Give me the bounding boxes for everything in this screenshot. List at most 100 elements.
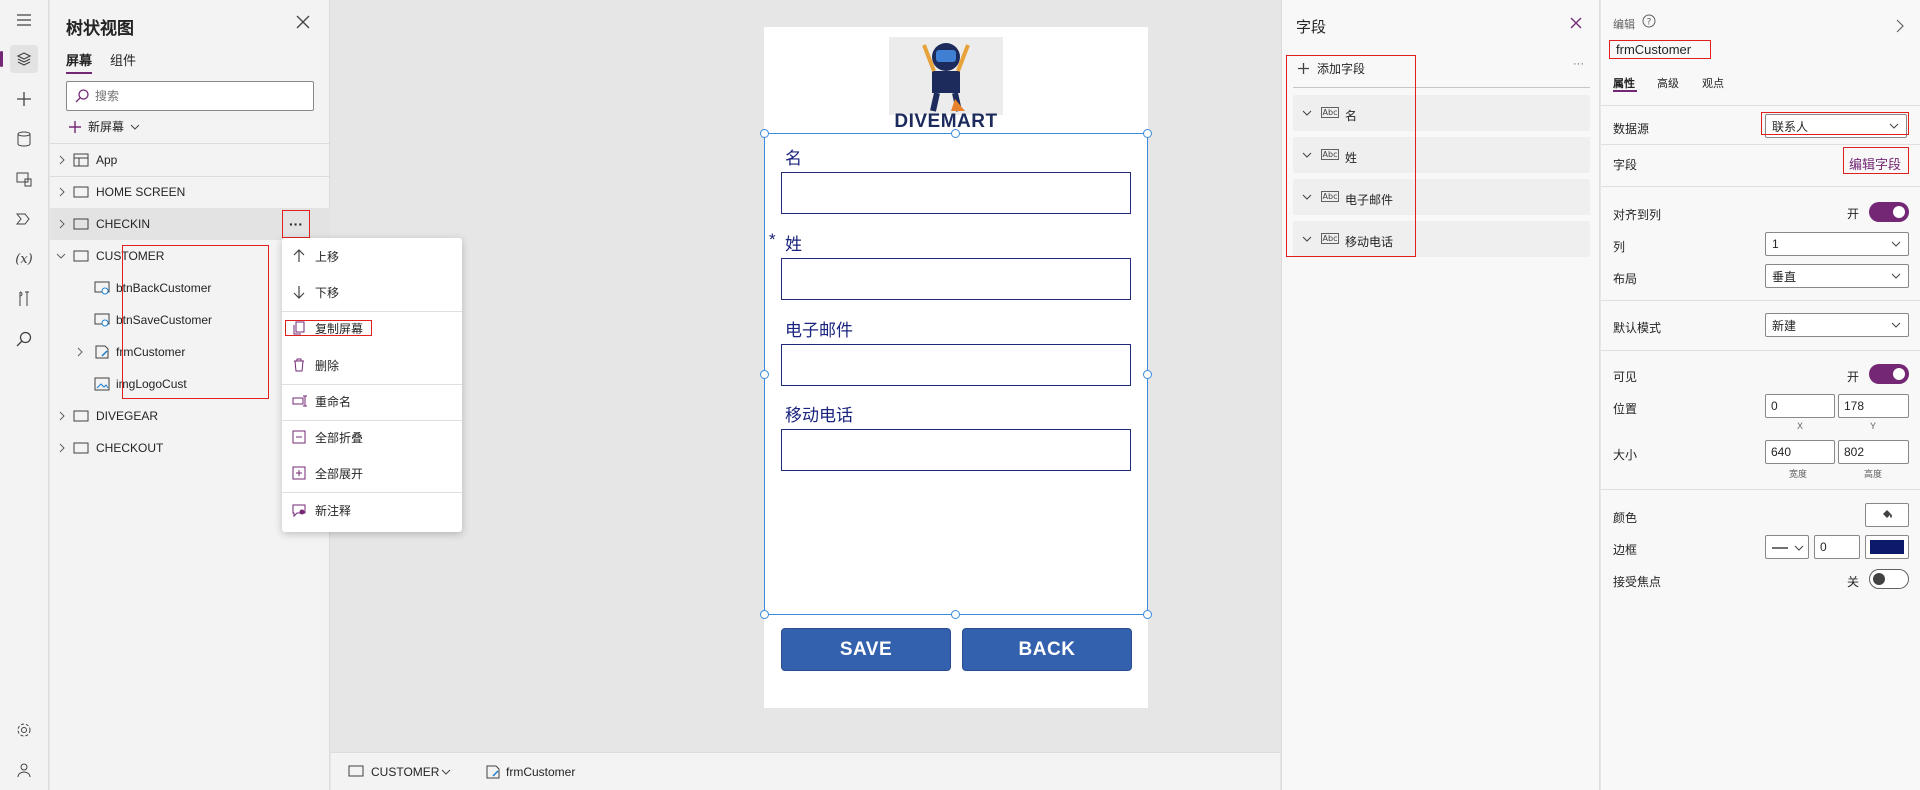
tree-item-checkin[interactable]: CHECKIN ··· [50,208,330,240]
chevron-down-icon[interactable] [1302,151,1312,159]
search-box[interactable] [66,81,314,111]
layers-icon[interactable] [0,45,38,73]
search-input[interactable] [95,89,295,103]
more-options-button[interactable]: ··· [283,211,309,237]
height-input[interactable]: 802 [1838,440,1909,464]
current-control[interactable]: frmCustomer [506,765,575,779]
tab-ideas[interactable]: 观点 [1702,75,1724,91]
tab-components[interactable]: 组件 [110,50,136,69]
tab-properties[interactable]: 属性 [1613,75,1635,91]
chevron-right-icon[interactable] [76,347,84,357]
user-icon[interactable] [10,756,38,784]
media-icon[interactable] [10,165,38,193]
last-name-input[interactable] [781,258,1131,300]
width-input[interactable]: 640 [1765,440,1835,464]
resize-handle[interactable] [1143,370,1152,379]
status-bar: CUSTOMER frmCustomer [331,752,1280,790]
menu-item-move-up[interactable]: 上移 [282,240,462,272]
current-screen[interactable]: CUSTOMER [371,765,439,779]
power-automate-icon[interactable] [10,205,38,233]
close-icon[interactable] [296,15,310,29]
border-color-button[interactable] [1865,535,1909,559]
new-screen-button[interactable]: 新屏幕 [68,118,140,135]
menu-item-rename[interactable]: 重命名 [282,385,462,417]
tree-item-label: App [96,153,118,167]
tools-icon[interactable] [10,285,38,313]
resize-handle[interactable] [951,610,960,619]
chevron-right-icon[interactable] [58,411,66,421]
settings-icon[interactable] [10,716,38,744]
chevron-down-icon[interactable] [1302,109,1312,117]
logo-image[interactable]: DIVEMART [889,37,1003,137]
chevron-right-icon[interactable] [1896,19,1904,33]
tree-item-label: frmCustomer [116,345,186,359]
database-icon[interactable] [10,125,38,153]
layout-dropdown[interactable]: 垂直 [1765,264,1909,288]
visible-toggle[interactable] [1869,364,1909,384]
field-label-first-name: 名 [785,149,802,168]
menu-item-label: 重命名 [315,394,352,409]
resize-handle[interactable] [760,370,769,379]
resize-handle[interactable] [951,129,960,138]
color-picker-button[interactable] [1865,503,1909,527]
required-asterisk: * [769,230,776,249]
edit-fields-link[interactable]: 编辑字段 [1849,154,1901,173]
first-name-input[interactable] [781,172,1131,214]
position-y-input[interactable]: 178 [1838,394,1909,418]
email-input[interactable] [781,344,1131,386]
search-icon[interactable] [10,325,38,353]
field-item-mobile[interactable]: Abc 移动电话 [1293,221,1590,257]
chevron-down-icon[interactable] [441,768,451,776]
menu-item-move-down[interactable]: 下移 [282,276,462,308]
mobile-input[interactable] [781,429,1131,471]
chevron-right-icon[interactable] [58,187,66,197]
chevron-down-icon[interactable] [1302,235,1312,243]
divider [1601,350,1920,351]
resize-handle[interactable] [760,129,769,138]
field-item-last-name[interactable]: Abc 姓 [1293,137,1590,173]
chevron-right-icon[interactable] [58,443,66,453]
menu-item-duplicate-screen[interactable]: 复制屏幕 [282,312,462,344]
resize-handle[interactable] [1143,129,1152,138]
snap-toggle[interactable] [1869,202,1909,222]
chevron-down-icon[interactable] [1302,193,1312,201]
menu-item-collapse-all[interactable]: 全部折叠 [282,421,462,453]
position-x-input[interactable]: 0 [1765,394,1835,418]
more-options-button[interactable]: ··· [1573,58,1584,70]
tab-screens[interactable]: 屏幕 [66,50,93,74]
x-caption: X [1797,421,1804,431]
panel-title: 树状视图 [66,19,134,38]
resize-handle[interactable] [760,610,769,619]
tree-item-app[interactable]: App [50,144,330,176]
close-icon[interactable] [1570,17,1582,29]
variables-icon[interactable]: (x) [10,245,38,273]
tab-advanced[interactable]: 高级 [1657,75,1679,91]
field-item-first-name[interactable]: Abc 名 [1293,95,1590,131]
menu-item-expand-all[interactable]: 全部展开 [282,457,462,489]
chevron-right-icon[interactable] [58,155,66,165]
plus-icon[interactable] [10,85,38,113]
menu-item-new-comment[interactable]: 新注释 [282,494,462,526]
default-mode-dropdown[interactable]: 新建 [1765,313,1909,337]
chevron-down-icon [1891,273,1901,279]
field-item-email[interactable]: Abc 电子邮件 [1293,179,1590,215]
datasource-dropdown[interactable]: 联系人 [1765,114,1907,138]
chevron-right-icon[interactable] [58,219,66,229]
help-icon[interactable]: ? [1642,14,1656,28]
datasource-value: 联系人 [1772,119,1809,134]
border-width-input[interactable]: 0 [1814,535,1860,559]
resize-handle[interactable] [1143,610,1152,619]
columns-dropdown[interactable]: 1 [1765,232,1909,256]
control-name[interactable]: frmCustomer [1616,42,1691,57]
tree-item-home-screen[interactable]: HOME SCREEN [50,176,330,208]
chevron-down-icon[interactable] [56,252,66,260]
back-button[interactable]: BACK [962,628,1132,671]
border-style-dropdown[interactable] [1765,535,1809,559]
form-icon [94,345,110,359]
save-button[interactable]: SAVE [781,628,951,671]
hamburger-icon[interactable] [10,6,38,34]
search-icon [75,89,89,103]
focus-toggle[interactable] [1869,569,1909,589]
menu-item-delete[interactable]: 删除 [282,349,462,381]
add-field-button[interactable]: 添加字段 [1297,60,1365,77]
